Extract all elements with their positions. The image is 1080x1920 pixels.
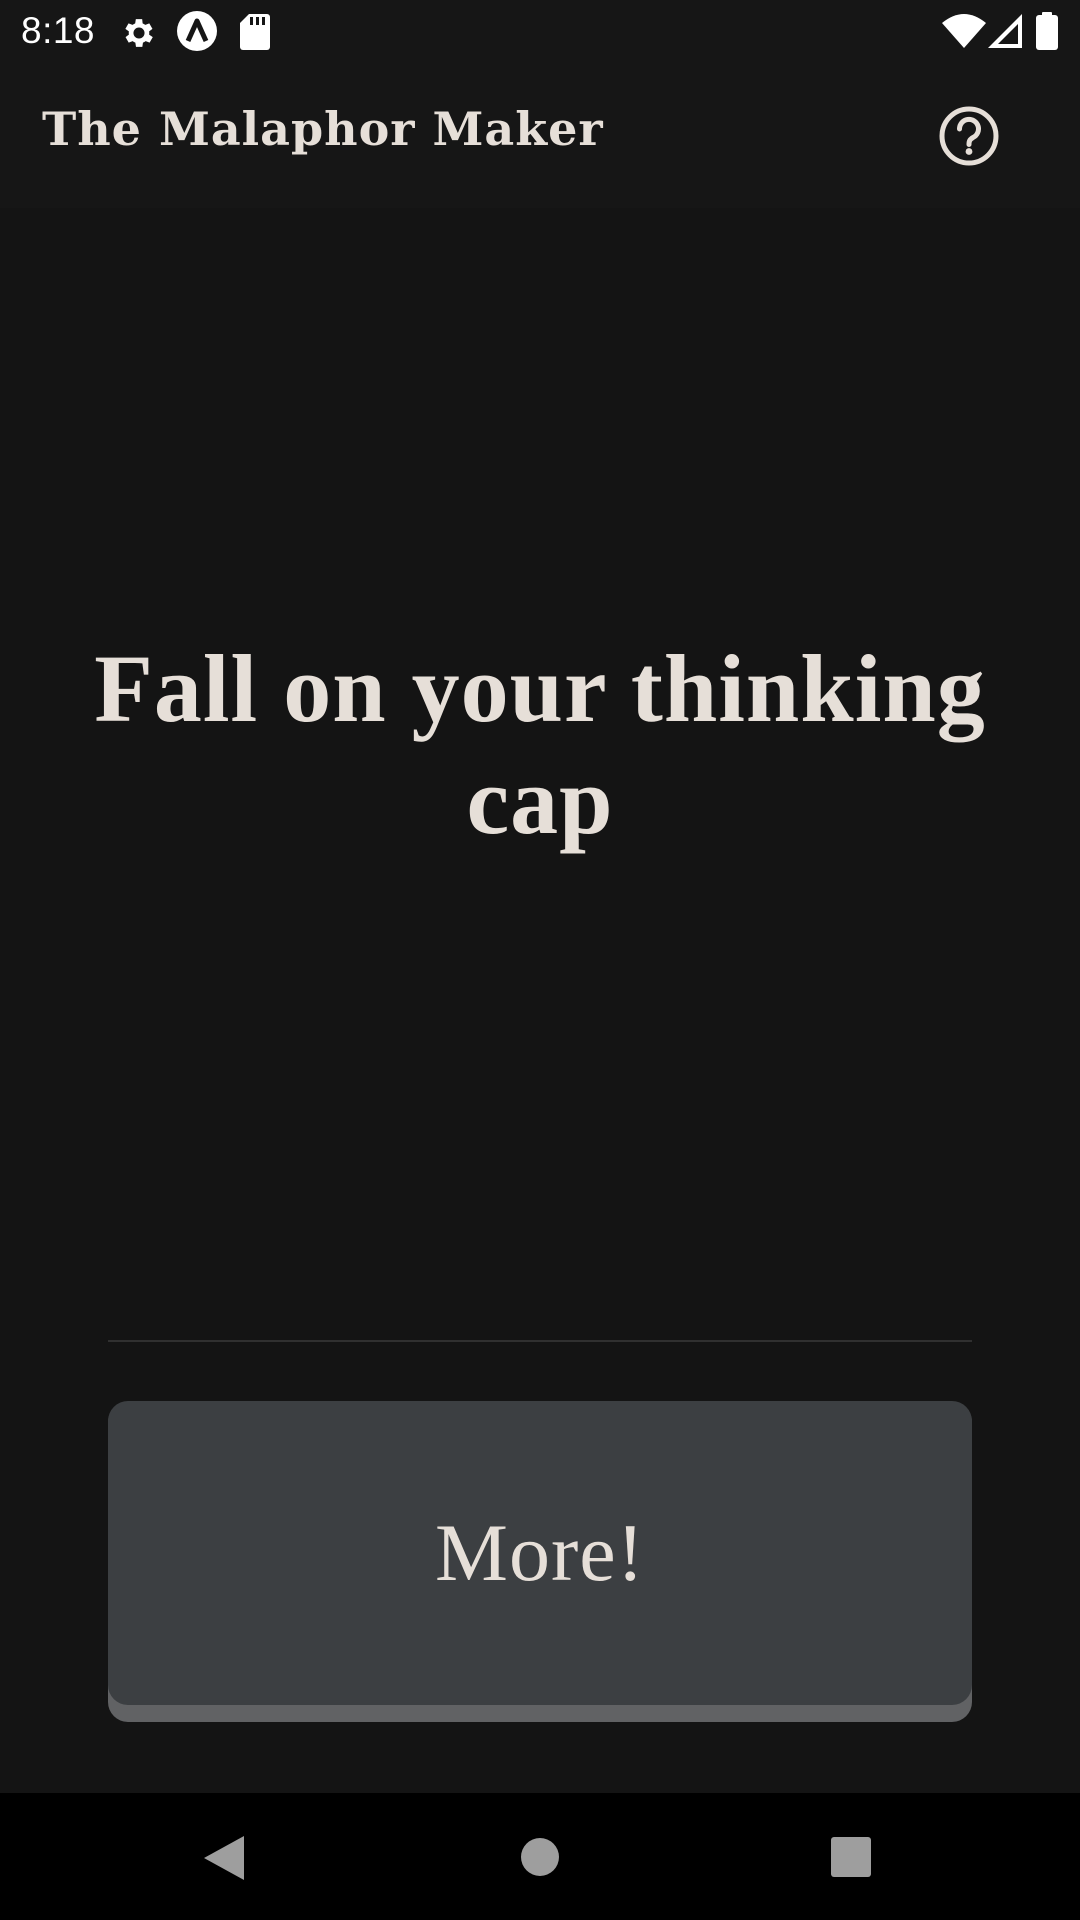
app-bar: The Malaphor Maker bbox=[0, 63, 1080, 208]
divider bbox=[108, 1340, 972, 1342]
back-button[interactable] bbox=[204, 1836, 244, 1880]
recents-button[interactable] bbox=[831, 1837, 871, 1877]
navigation-bar bbox=[0, 1793, 1080, 1920]
malaphor-text: Fall on your thinking cap bbox=[94, 635, 986, 854]
home-button[interactable] bbox=[521, 1838, 559, 1876]
signal-icon bbox=[988, 14, 1022, 48]
app-a-icon bbox=[176, 10, 218, 52]
settings-gear-icon bbox=[120, 14, 158, 52]
more-button-label: More! bbox=[435, 1507, 645, 1598]
home-circle-icon bbox=[521, 1838, 559, 1876]
status-time: 8:18 bbox=[21, 10, 96, 51]
battery-icon bbox=[1036, 12, 1058, 50]
app-title: The Malaphor Maker bbox=[42, 102, 604, 156]
help-button[interactable] bbox=[938, 105, 1000, 167]
status-bar: 8:18 bbox=[0, 0, 1080, 63]
sd-card-icon bbox=[240, 14, 270, 50]
more-button[interactable]: More! bbox=[108, 1401, 972, 1705]
back-triangle-icon bbox=[204, 1836, 244, 1880]
recents-square-icon bbox=[831, 1837, 871, 1877]
help-circle-icon bbox=[938, 106, 1000, 171]
wifi-icon bbox=[942, 14, 986, 48]
